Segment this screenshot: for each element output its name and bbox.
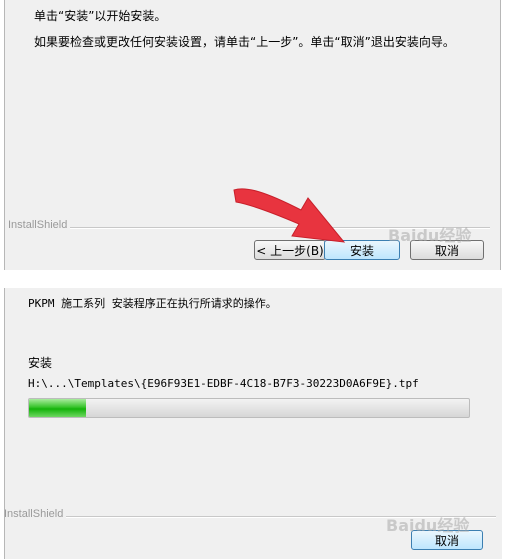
installshield-brand: InstallShield — [8, 219, 68, 231]
red-arrow-annotation-icon — [233, 188, 346, 243]
instruction-line-1: 单击“安装”以开始安装。 — [34, 9, 167, 23]
watermark: Baidu经验 — [388, 226, 472, 245]
separator — [0, 270, 511, 288]
file-path: H:\...\Templates\{E96F93E1-EDBF-4C18-B7F… — [28, 377, 419, 390]
watermark-2: Baidu经验 — [386, 516, 470, 535]
install-ready-dialog: 单击“安装”以开始安装。 如果要检查或更改任何安装设置，请单击“上一步”。单击“… — [0, 0, 511, 270]
progress-fill — [29, 399, 87, 417]
phase-label: 安装 — [28, 356, 53, 370]
instruction-line-2: 如果要检查或更改任何安装设置，请单击“上一步”。单击“取消”退出安装向导。 — [34, 35, 455, 49]
status-text: PKPM 施工系列 安装程序正在执行所请求的操作。 — [28, 297, 277, 310]
progress-bar — [28, 398, 470, 418]
installshield-brand-2: InstallShield — [4, 508, 64, 520]
